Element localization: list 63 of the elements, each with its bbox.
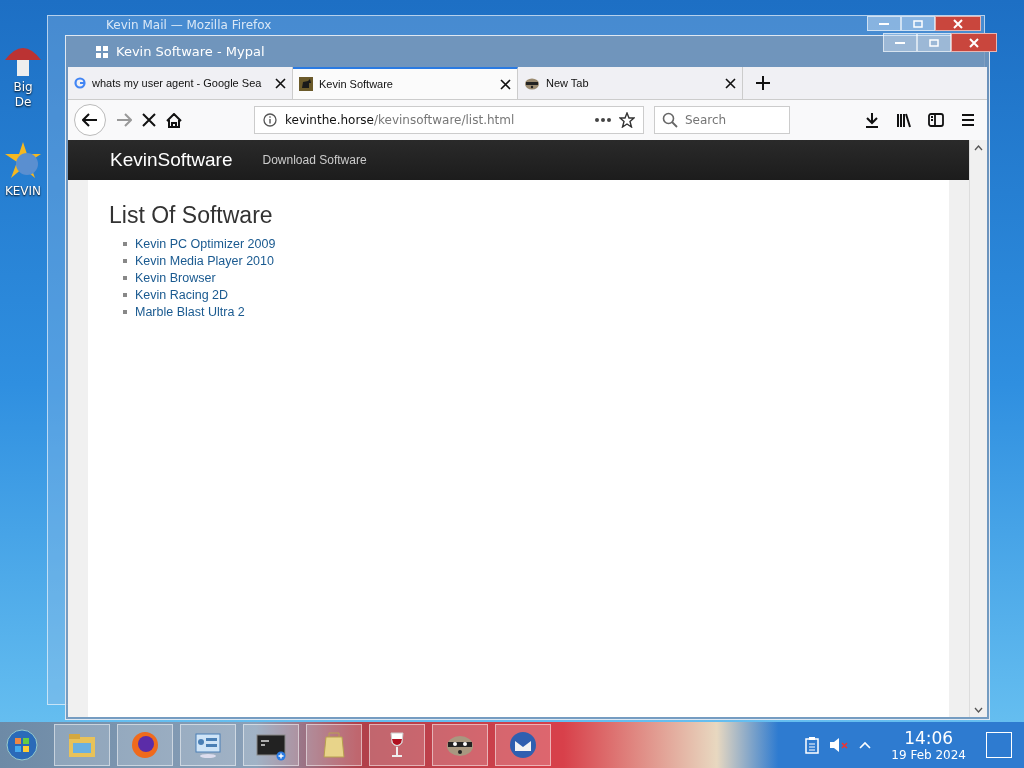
firefox-icon	[129, 729, 161, 761]
scroll-up-icon[interactable]	[974, 144, 983, 151]
bullet-icon	[123, 293, 127, 297]
home-icon[interactable]	[166, 112, 182, 128]
site-brand[interactable]: KevinSoftware	[110, 149, 233, 171]
download-icon[interactable]	[864, 112, 880, 128]
scrollbar[interactable]	[969, 140, 987, 717]
search-icon	[662, 112, 678, 128]
menu-icon[interactable]	[960, 112, 976, 128]
sidebar-icon[interactable]	[928, 112, 944, 128]
scroll-down-icon[interactable]	[974, 706, 983, 713]
close-icon[interactable]	[725, 77, 736, 89]
taskbar-button[interactable]	[495, 724, 551, 766]
close-button[interactable]	[935, 16, 981, 31]
close-icon	[969, 37, 979, 48]
more-icon[interactable]	[595, 118, 611, 122]
page-heading: List Of Software	[109, 202, 274, 229]
taskbar-button[interactable]	[432, 724, 488, 766]
show-desktop-button[interactable]	[986, 732, 1012, 758]
start-orb-icon[interactable]	[6, 729, 38, 761]
clock-time: 14:06	[904, 728, 954, 748]
close-icon[interactable]	[500, 78, 511, 90]
google-icon	[74, 77, 86, 89]
bullet-icon	[123, 276, 127, 280]
software-link[interactable]: Kevin PC Optimizer 2009	[135, 237, 276, 251]
software-link[interactable]: Kevin Racing 2D	[135, 288, 229, 302]
search-field[interactable]: Search	[654, 106, 790, 134]
close-icon[interactable]	[275, 77, 286, 89]
software-link[interactable]: Kevin Media Player 2010	[135, 254, 274, 268]
bullet-icon	[123, 310, 127, 314]
speaker-muted-icon[interactable]	[829, 737, 850, 753]
icon-label: KEVIN	[4, 184, 42, 199]
forward-arrow-icon[interactable]	[116, 113, 132, 127]
back-arrow-icon	[82, 113, 98, 127]
icon-label: De	[14, 95, 32, 110]
clock-date: 19 Feb 2024	[891, 748, 966, 762]
caret-up-icon[interactable]	[859, 741, 872, 749]
icon-label: Big	[13, 80, 33, 95]
window-title: Kevin Mail — Mozilla Firefox	[106, 18, 272, 32]
window-title: Kevin Software - Mypal	[116, 44, 265, 59]
stop-icon[interactable]	[142, 113, 156, 127]
taskbar-button[interactable]	[117, 724, 173, 766]
software-link[interactable]: Marble Blast Ultra 2	[135, 305, 245, 319]
url-text: kevinthe.horse/kevinsoftware/list.html	[285, 113, 516, 127]
browser-tab[interactable]: Kevin Software	[293, 67, 518, 99]
plus-icon[interactable]	[756, 76, 770, 90]
bullet-icon	[123, 242, 127, 246]
address-bar[interactable]: kevinthe.horse/kevinsoftware/list.html	[254, 106, 644, 134]
star-icon[interactable]	[619, 112, 635, 128]
clipboard-icon[interactable]	[805, 736, 820, 754]
raccoon-icon	[524, 76, 540, 90]
nav-link[interactable]: Download Software	[262, 153, 367, 167]
taskbar-button[interactable]	[243, 724, 299, 766]
back-button[interactable]	[74, 104, 106, 136]
bullet-icon	[123, 259, 127, 263]
horse-icon	[299, 77, 313, 91]
software-link[interactable]: Kevin Browser	[135, 271, 216, 285]
close-button[interactable]	[951, 33, 997, 52]
app-grid-icon	[96, 45, 108, 58]
library-icon[interactable]	[896, 112, 912, 128]
info-icon	[263, 113, 277, 127]
mail-bird-icon	[507, 729, 539, 761]
close-icon	[953, 18, 963, 29]
